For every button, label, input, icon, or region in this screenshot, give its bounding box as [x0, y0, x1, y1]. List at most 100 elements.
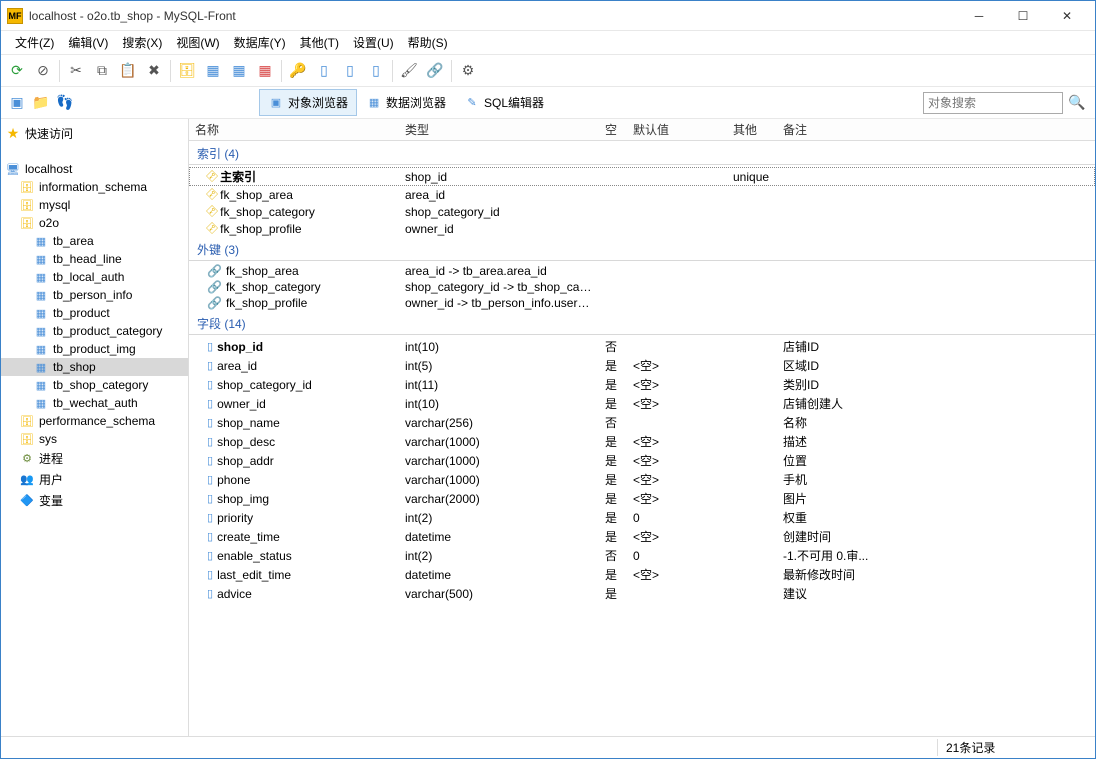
header-default[interactable]: 默认值	[627, 121, 727, 138]
sidebar-db-mysql[interactable]: 🗄mysql	[1, 196, 188, 214]
close-button[interactable]: ✕	[1045, 2, 1089, 30]
sidebar-table-tb_product_category[interactable]: ▦tb_product_category	[1, 322, 188, 340]
sidebar-host[interactable]: 🖥localhost	[1, 160, 188, 178]
delete-icon[interactable]: ✖	[142, 59, 166, 83]
field-row[interactable]: ▯advicevarchar(500)是建议	[189, 584, 1095, 603]
sidebar: ★快速访问 🖥localhost 🗄information_schema🗄mys…	[1, 119, 189, 736]
menu-database[interactable]: 数据库(Y)	[228, 32, 292, 53]
window-title: localhost - o2o.tb_shop - MySQL-Front	[29, 9, 957, 23]
tablered-icon[interactable]: ▦	[253, 59, 277, 83]
fk-row[interactable]: 🔗fk_shop_profileowner_id -> tb_person_in…	[189, 295, 1095, 311]
column-icon: ▯	[207, 511, 213, 524]
sidebar-db-o2o[interactable]: 🗄o2o	[1, 214, 188, 232]
tabledel-icon[interactable]: ▦	[227, 59, 251, 83]
field-row[interactable]: ▯create_timedatetime是<空>创建时间	[189, 527, 1095, 546]
folder-icon[interactable]: 📁	[29, 91, 53, 115]
maximize-button[interactable]: ☐	[1001, 2, 1045, 30]
sidebar-db-sys[interactable]: 🗄sys	[1, 430, 188, 448]
minimize-button[interactable]: ─	[957, 2, 1001, 30]
field-row[interactable]: ▯shop_namevarchar(256)否名称	[189, 413, 1095, 432]
field-row[interactable]: ▯area_idint(5)是<空>区域ID	[189, 356, 1095, 375]
field-row[interactable]: ▯shop_addrvarchar(1000)是<空>位置	[189, 451, 1095, 470]
field-row[interactable]: ▯shop_imgvarchar(2000)是<空>图片	[189, 489, 1095, 508]
header-remark[interactable]: 备注	[777, 121, 1095, 138]
fk-row[interactable]: 🔗fk_shop_areaarea_id -> tb_area.area_id	[189, 263, 1095, 279]
column-icon: ▯	[207, 530, 213, 543]
search-input[interactable]	[923, 92, 1063, 114]
sidebar-table-tb_head_line[interactable]: ▦tb_head_line	[1, 250, 188, 268]
sidebar-table-tb_product[interactable]: ▦tb_product	[1, 304, 188, 322]
column2-icon[interactable]: ▯	[338, 59, 362, 83]
sidebar-table-tb_wechat_auth[interactable]: ▦tb_wechat_auth	[1, 394, 188, 412]
sidebar-favorites[interactable]: ★快速访问	[1, 123, 188, 144]
content-area: 名称 类型 空 默认值 其他 备注 索引 (4) ⚿主索引shop_iduniq…	[189, 119, 1095, 736]
menu-other[interactable]: 其他(T)	[294, 32, 345, 53]
settings-icon[interactable]: ⚙	[456, 59, 480, 83]
group-fields[interactable]: 字段 (14)	[189, 313, 1095, 335]
field-row[interactable]: ▯last_edit_timedatetime是<空>最新修改时间	[189, 565, 1095, 584]
header-other[interactable]: 其他	[727, 121, 777, 138]
group-indexes[interactable]: 索引 (4)	[189, 143, 1095, 165]
index-row[interactable]: ⚿fk_shop_areaarea_id	[189, 186, 1095, 203]
column-icon: ▯	[207, 587, 213, 600]
field-row[interactable]: ▯shop_category_idint(11)是<空>类别ID	[189, 375, 1095, 394]
sidebar-table-tb_person_info[interactable]: ▦tb_person_info	[1, 286, 188, 304]
table-icon[interactable]: ▦	[201, 59, 225, 83]
sidebar-table-tb_product_img[interactable]: ▦tb_product_img	[1, 340, 188, 358]
field-row[interactable]: ▯shop_descvarchar(1000)是<空>描述	[189, 432, 1095, 451]
menu-settings[interactable]: 设置(U)	[347, 32, 400, 53]
brush-icon[interactable]: 🖌	[397, 59, 421, 83]
menu-file[interactable]: 文件(Z)	[9, 32, 60, 53]
header-null[interactable]: 空	[599, 121, 627, 138]
menu-search[interactable]: 搜索(X)	[116, 32, 168, 53]
menu-view[interactable]: 视图(W)	[170, 32, 225, 53]
index-row[interactable]: ⚿主索引shop_idunique	[189, 167, 1095, 186]
menu-edit[interactable]: 编辑(V)	[62, 32, 114, 53]
column-icon: ▯	[207, 378, 213, 391]
tab-sql-editor[interactable]: ✎SQL编辑器	[455, 89, 553, 116]
tab-data-browser[interactable]: ▦数据浏览器	[357, 89, 455, 116]
field-row[interactable]: ▯priorityint(2)是0权重	[189, 508, 1095, 527]
field-row[interactable]: ▯shop_idint(10)否店铺ID	[189, 337, 1095, 356]
field-row[interactable]: ▯phonevarchar(1000)是<空>手机	[189, 470, 1095, 489]
header-type[interactable]: 类型	[399, 121, 599, 138]
menubar: 文件(Z) 编辑(V) 搜索(X) 视图(W) 数据库(Y) 其他(T) 设置(…	[1, 31, 1095, 55]
sidebar-extra-用户[interactable]: 👥用户	[1, 469, 188, 490]
refresh-icon[interactable]: ⟳	[5, 59, 29, 83]
sidebar-table-tb_area[interactable]: ▦tb_area	[1, 232, 188, 250]
field-row[interactable]: ▯owner_idint(10)是<空>店铺创建人	[189, 394, 1095, 413]
column-icon: ▯	[207, 416, 213, 429]
column-icon: ▯	[207, 340, 213, 353]
column3-icon[interactable]: ▯	[364, 59, 388, 83]
sidebar-db-performance_schema[interactable]: 🗄performance_schema	[1, 412, 188, 430]
sidebar-table-tb_local_auth[interactable]: ▦tb_local_auth	[1, 268, 188, 286]
group-fks[interactable]: 外键 (3)	[189, 239, 1095, 261]
menu-help[interactable]: 帮助(S)	[402, 32, 454, 53]
sidebar-table-tb_shop_category[interactable]: ▦tb_shop_category	[1, 376, 188, 394]
sidebar-table-tb_shop[interactable]: ▦tb_shop	[1, 358, 188, 376]
link-icon: 🔗	[207, 280, 222, 294]
sidebar-extra-变量[interactable]: 🔷变量	[1, 490, 188, 511]
field-row[interactable]: ▯enable_statusint(2)否0-1.不可用 0.审...	[189, 546, 1095, 565]
leftpanel-icon[interactable]: ▣	[5, 91, 29, 115]
sidebar-db-information_schema[interactable]: 🗄information_schema	[1, 178, 188, 196]
column-icon[interactable]: ▯	[312, 59, 336, 83]
key-icon[interactable]: 🔑	[286, 59, 310, 83]
stop-icon[interactable]: ⊘	[31, 59, 55, 83]
header-name[interactable]: 名称	[189, 121, 399, 138]
search-icon[interactable]: 🔍	[1063, 92, 1091, 114]
index-row[interactable]: ⚿fk_shop_categoryshop_category_id	[189, 203, 1095, 220]
sidebar-extra-进程[interactable]: ⚙进程	[1, 448, 188, 469]
footprints-icon[interactable]: 👣	[53, 91, 77, 115]
column-icon: ▯	[207, 397, 213, 410]
fk-row[interactable]: 🔗fk_shop_categoryshop_category_id -> tb_…	[189, 279, 1095, 295]
column-icon: ▯	[207, 568, 213, 581]
tab-object-browser[interactable]: ▣对象浏览器	[259, 89, 357, 116]
column-icon: ▯	[207, 492, 213, 505]
paste-icon[interactable]: 📋	[116, 59, 140, 83]
link-icon[interactable]: 🔗	[423, 59, 447, 83]
cut-icon[interactable]: ✂	[64, 59, 88, 83]
copy-icon[interactable]: ⧉	[90, 59, 114, 83]
db-icon[interactable]: 🗄	[175, 59, 199, 83]
index-row[interactable]: ⚿fk_shop_profileowner_id	[189, 220, 1095, 237]
